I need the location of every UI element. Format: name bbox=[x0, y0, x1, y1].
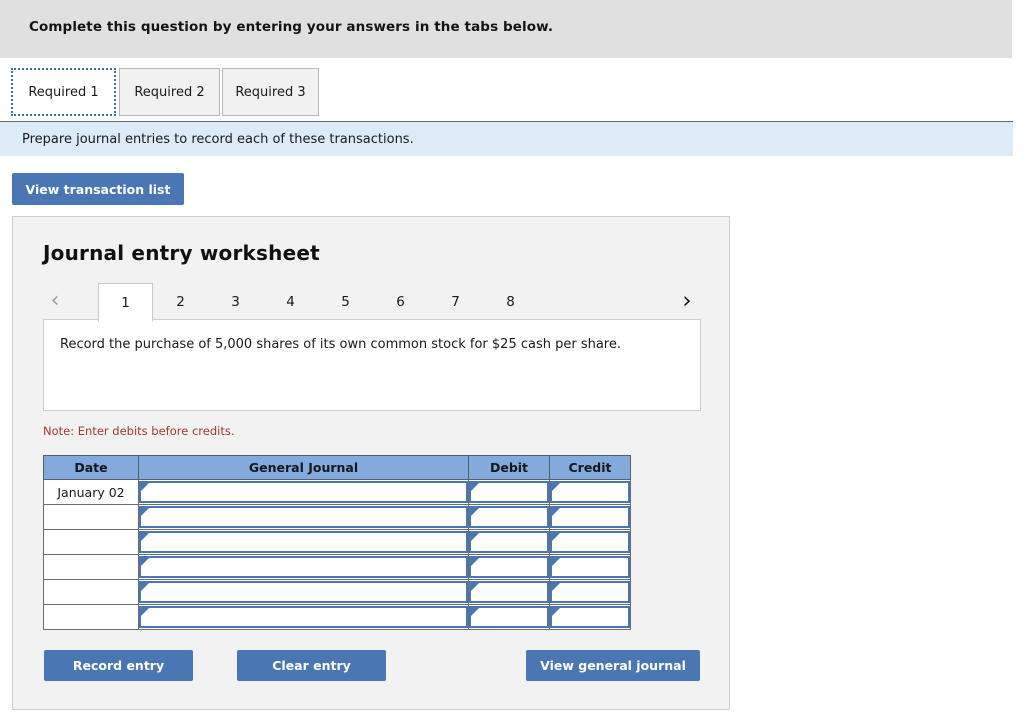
tab-required-3[interactable]: Required 3 bbox=[222, 68, 319, 116]
chevron-right-glyph: › bbox=[682, 287, 692, 314]
cell-general-journal-6[interactable] bbox=[138, 604, 469, 630]
worksheet-page-2[interactable]: 2 bbox=[153, 283, 208, 320]
debit-input-5[interactable] bbox=[469, 581, 549, 603]
debit-input-2[interactable] bbox=[469, 506, 549, 528]
cell-credit-3[interactable] bbox=[549, 529, 631, 555]
cell-credit-6[interactable] bbox=[549, 604, 631, 630]
column-header-debit: Debit bbox=[468, 455, 550, 480]
record-entry-button[interactable]: Record entry bbox=[44, 650, 193, 681]
general-journal-input-4[interactable] bbox=[139, 556, 468, 578]
table-row bbox=[43, 604, 631, 630]
clear-entry-button[interactable]: Clear entry bbox=[237, 650, 386, 681]
chevron-left-glyph: ‹ bbox=[50, 288, 60, 313]
table-row bbox=[43, 579, 631, 605]
tab-required-1-label: Required 1 bbox=[28, 84, 99, 100]
tab-required-2-label: Required 2 bbox=[134, 84, 205, 100]
cell-date-5[interactable] bbox=[43, 579, 139, 605]
worksheet-page-5[interactable]: 5 bbox=[318, 283, 373, 320]
tab-required-2[interactable]: Required 2 bbox=[119, 68, 220, 116]
cell-date-4[interactable] bbox=[43, 554, 139, 580]
credit-input-3[interactable] bbox=[550, 531, 630, 553]
worksheet-page-4[interactable]: 4 bbox=[263, 283, 318, 320]
worksheet-page-8-label: 8 bbox=[506, 293, 515, 310]
chevron-left-icon[interactable]: ‹ bbox=[43, 288, 67, 314]
chevron-right-icon[interactable]: › bbox=[675, 288, 699, 314]
transaction-description-box: Record the purchase of 5,000 shares of i… bbox=[43, 319, 701, 411]
debit-input-1[interactable] bbox=[469, 481, 549, 503]
requirement-description-bar: Prepare journal entries to record each o… bbox=[0, 121, 1013, 156]
credit-input-6[interactable] bbox=[550, 606, 630, 628]
worksheet-page-1-label: 1 bbox=[121, 294, 130, 311]
cell-debit-5[interactable] bbox=[468, 579, 550, 605]
cell-date-6[interactable] bbox=[43, 604, 139, 630]
general-journal-input-6[interactable] bbox=[139, 606, 468, 628]
table-row: January 02 bbox=[43, 479, 631, 505]
view-general-journal-label: View general journal bbox=[540, 658, 686, 673]
cell-general-journal-3[interactable] bbox=[138, 529, 469, 555]
credit-input-5[interactable] bbox=[550, 581, 630, 603]
journal-entry-table: Date General Journal Debit Credit Januar… bbox=[43, 455, 631, 630]
table-row bbox=[43, 529, 631, 555]
requirement-description-text: Prepare journal entries to record each o… bbox=[22, 132, 414, 147]
worksheet-page-3[interactable]: 3 bbox=[208, 283, 263, 320]
column-header-credit: Credit bbox=[549, 455, 631, 480]
clear-entry-label: Clear entry bbox=[272, 658, 351, 673]
question-instruction-banner: Complete this question by entering your … bbox=[0, 0, 1012, 58]
view-general-journal-button[interactable]: View general journal bbox=[526, 650, 700, 681]
cell-date-1[interactable]: January 02 bbox=[43, 479, 139, 505]
cell-date-2[interactable] bbox=[43, 504, 139, 530]
table-row bbox=[43, 504, 631, 530]
worksheet-page-3-label: 3 bbox=[231, 293, 240, 310]
record-entry-label: Record entry bbox=[72, 658, 165, 673]
cell-general-journal-1[interactable] bbox=[138, 479, 469, 505]
journal-table-header-row: Date General Journal Debit Credit bbox=[43, 455, 631, 480]
column-header-general-journal: General Journal bbox=[138, 455, 469, 480]
debit-input-3[interactable] bbox=[469, 531, 549, 553]
worksheet-page-7[interactable]: 7 bbox=[428, 283, 483, 320]
debits-before-credits-note: Note: Enter debits before credits. bbox=[43, 424, 235, 438]
worksheet-page-6[interactable]: 6 bbox=[373, 283, 428, 320]
credit-input-4[interactable] bbox=[550, 556, 630, 578]
general-journal-input-3[interactable] bbox=[139, 531, 468, 553]
credit-input-2[interactable] bbox=[550, 506, 630, 528]
worksheet-page-7-label: 7 bbox=[451, 293, 460, 310]
cell-general-journal-5[interactable] bbox=[138, 579, 469, 605]
cell-debit-1[interactable] bbox=[468, 479, 550, 505]
debit-input-6[interactable] bbox=[469, 606, 549, 628]
cell-general-journal-4[interactable] bbox=[138, 554, 469, 580]
view-transaction-list-label: View transaction list bbox=[25, 181, 171, 197]
general-journal-input-5[interactable] bbox=[139, 581, 468, 603]
cell-credit-4[interactable] bbox=[549, 554, 631, 580]
credit-input-1[interactable] bbox=[550, 481, 630, 503]
cell-credit-5[interactable] bbox=[549, 579, 631, 605]
required-tabs: Required 1 Required 2 Required 3 bbox=[0, 58, 1013, 120]
view-transaction-list-button[interactable]: View transaction list bbox=[12, 173, 184, 205]
table-row bbox=[43, 554, 631, 580]
cell-date-3[interactable] bbox=[43, 529, 139, 555]
cell-credit-2[interactable] bbox=[549, 504, 631, 530]
worksheet-page-8[interactable]: 8 bbox=[483, 283, 538, 320]
transaction-description-text: Record the purchase of 5,000 shares of i… bbox=[60, 337, 621, 352]
cell-debit-2[interactable] bbox=[468, 504, 550, 530]
column-header-date: Date bbox=[43, 455, 139, 480]
worksheet-pager: ‹ 1 2 3 4 5 6 7 8 › bbox=[13, 279, 731, 322]
tab-required-1[interactable]: Required 1 bbox=[11, 68, 116, 116]
tab-required-3-label: Required 3 bbox=[235, 84, 306, 100]
question-instruction-text: Complete this question by entering your … bbox=[29, 19, 554, 35]
general-journal-input-2[interactable] bbox=[139, 506, 468, 528]
worksheet-page-1[interactable]: 1 bbox=[98, 283, 153, 322]
journal-entry-worksheet-panel: Journal entry worksheet ‹ 1 2 3 4 5 6 7 … bbox=[12, 216, 730, 710]
worksheet-page-6-label: 6 bbox=[396, 293, 405, 310]
worksheet-page-2-label: 2 bbox=[176, 293, 185, 310]
worksheet-page-4-label: 4 bbox=[286, 293, 295, 310]
cell-debit-4[interactable] bbox=[468, 554, 550, 580]
general-journal-input-1[interactable] bbox=[139, 481, 468, 503]
cell-debit-6[interactable] bbox=[468, 604, 550, 630]
worksheet-page-5-label: 5 bbox=[341, 293, 350, 310]
cell-credit-1[interactable] bbox=[549, 479, 631, 505]
debit-input-4[interactable] bbox=[469, 556, 549, 578]
cell-general-journal-2[interactable] bbox=[138, 504, 469, 530]
cell-debit-3[interactable] bbox=[468, 529, 550, 555]
worksheet-title: Journal entry worksheet bbox=[43, 241, 320, 265]
